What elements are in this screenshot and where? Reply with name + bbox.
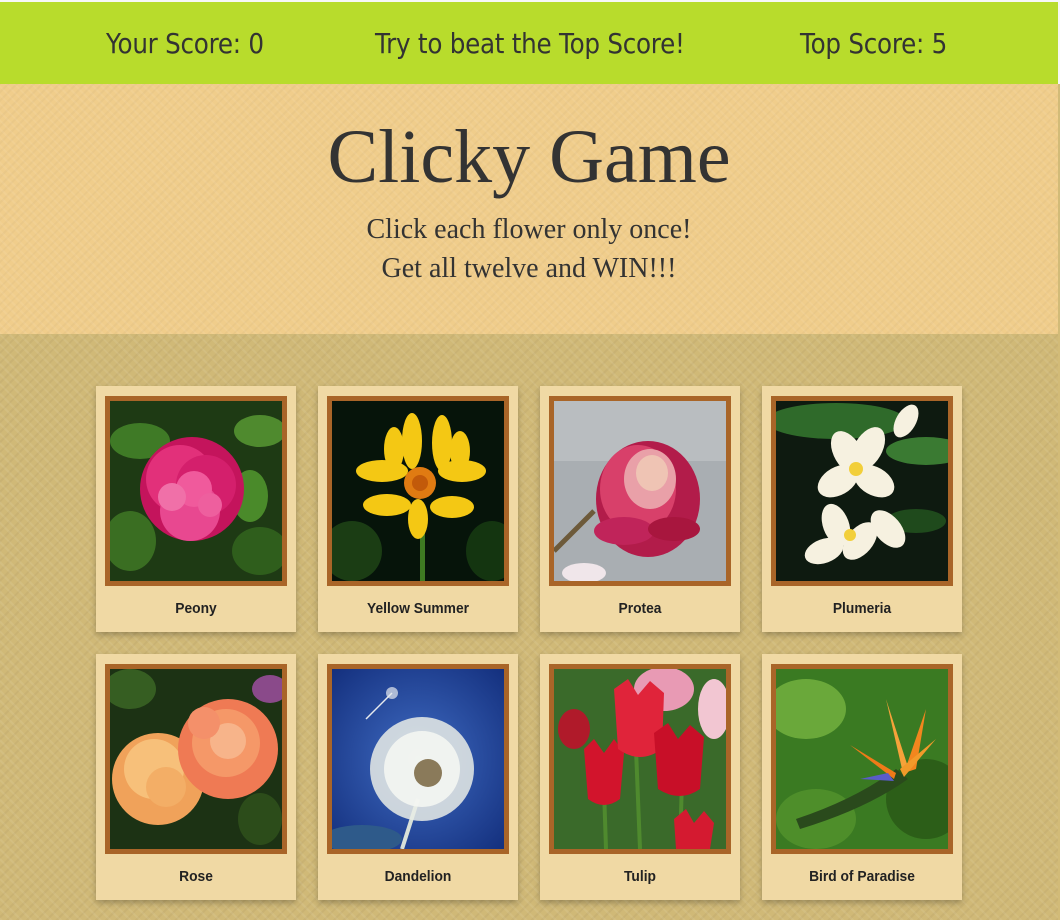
flower-card-rose[interactable]: Rose — [96, 654, 296, 900]
rose-image[interactable] — [105, 664, 287, 854]
card-label: Tulip — [624, 868, 656, 885]
protea-image[interactable] — [549, 396, 731, 586]
peony-image[interactable] — [105, 396, 287, 586]
card-label: Peony — [175, 600, 217, 617]
page-title: Clicky Game — [327, 115, 731, 199]
dandelion-image[interactable] — [327, 664, 509, 854]
yellow-summer-image[interactable] — [327, 396, 509, 586]
plumeria-image[interactable] — [771, 396, 953, 586]
top-score: Top Score: 5 — [800, 27, 948, 60]
flower-card-bird-of-paradise[interactable]: Bird of Paradise — [762, 654, 962, 900]
bird-of-paradise-image[interactable] — [771, 664, 953, 854]
card-label: Protea — [618, 600, 662, 617]
status-message: Try to beat the Top Score! — [375, 27, 685, 60]
flower-card-peony[interactable]: Peony — [96, 386, 296, 632]
navbar: Your Score: 0 Try to beat the Top Score!… — [0, 0, 1060, 84]
card-label: Bird of Paradise — [809, 868, 915, 885]
flower-card-tulip[interactable]: Tulip — [540, 654, 740, 900]
card-label: Rose — [179, 868, 213, 885]
flower-card-yellow-summer[interactable]: Yellow Summer — [318, 386, 518, 632]
flower-card-plumeria[interactable]: Plumeria — [762, 386, 962, 632]
card-board: Peony Yellow Summer Protea Plumeria Rose… — [0, 334, 1058, 920]
tulip-image[interactable] — [549, 664, 731, 854]
header-jumbotron: Clicky Game Click each flower only once!… — [0, 84, 1058, 334]
card-label: Yellow Summer — [366, 600, 470, 617]
instructions-line-2: Get all twelve and WIN!!! — [381, 253, 677, 284]
your-score: Your Score: 0 — [106, 27, 264, 60]
instructions-line-1: Click each flower only once! — [366, 214, 692, 245]
flower-card-dandelion[interactable]: Dandelion — [318, 654, 518, 900]
flower-card-protea[interactable]: Protea — [540, 386, 740, 632]
card-label: Dandelion — [384, 868, 452, 885]
card-label: Plumeria — [832, 600, 892, 617]
